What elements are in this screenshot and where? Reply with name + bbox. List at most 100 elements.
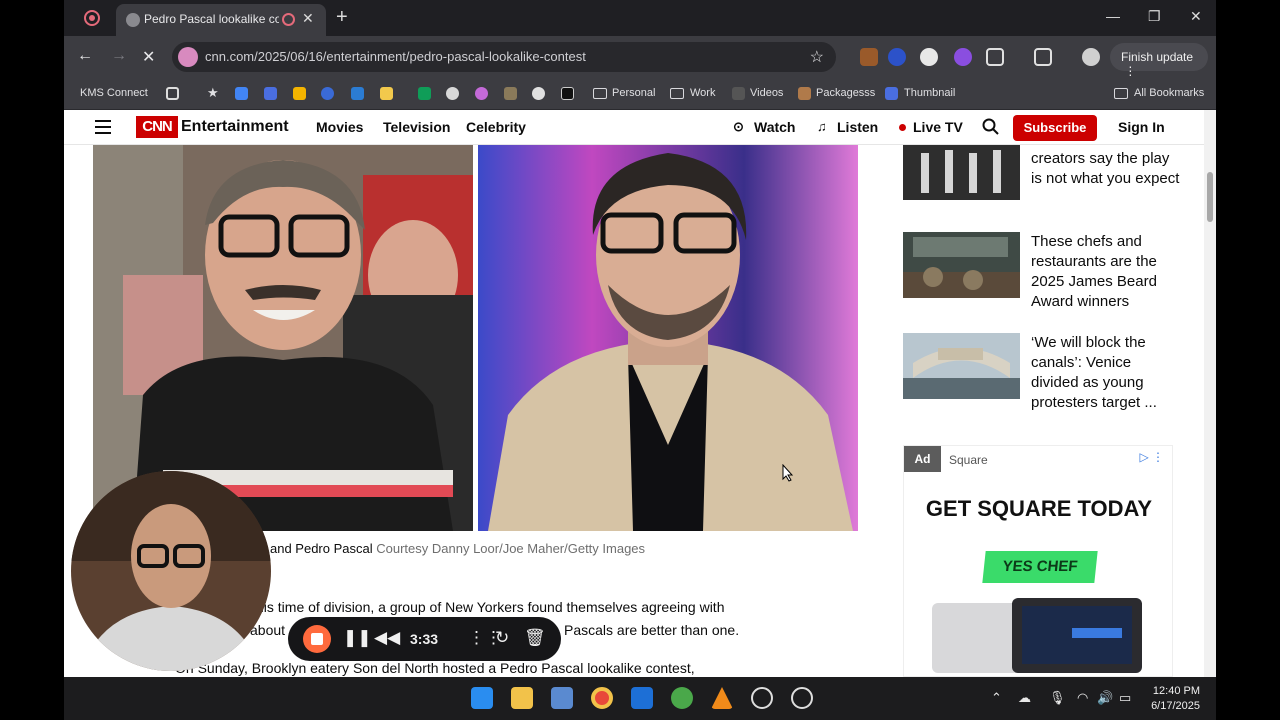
new-tab-button[interactable]: + bbox=[336, 6, 348, 29]
file-explorer-icon[interactable] bbox=[511, 687, 533, 709]
microphone-icon[interactable]: 🎙 bbox=[1049, 690, 1066, 706]
story-title[interactable]: creators say the play is not what you ex… bbox=[1031, 149, 1181, 189]
sidebar-story[interactable]: creators say the play is not what you ex… bbox=[903, 135, 1179, 215]
bookmark-packagesss[interactable]: Packagesss bbox=[816, 87, 875, 99]
bookmark-star-icon[interactable]: ☆ bbox=[810, 47, 824, 67]
clock-date[interactable]: 6/17/2025 bbox=[1144, 700, 1200, 712]
tab-favicon-icon bbox=[126, 13, 140, 27]
cnn-logo[interactable]: CNN bbox=[136, 116, 178, 138]
tab-close-icon[interactable]: ✕ bbox=[302, 10, 314, 27]
story-title[interactable]: These chefs and restaurants are the 2025… bbox=[1031, 232, 1181, 312]
listen-link[interactable]: Listen bbox=[837, 119, 878, 135]
search-icon[interactable] bbox=[982, 118, 1000, 136]
bookmark-icon[interactable] bbox=[235, 87, 248, 100]
live-tv-link[interactable]: Live TV bbox=[913, 119, 963, 135]
photos-icon[interactable] bbox=[671, 687, 693, 709]
story-thumbnail bbox=[903, 333, 1020, 399]
forward-button[interactable]: → bbox=[111, 47, 127, 65]
delete-icon[interactable]: 🗑 bbox=[524, 628, 546, 648]
restore-button[interactable]: ❐ bbox=[1148, 8, 1161, 25]
advertisement[interactable]: Ad Square ▷ ⋮ GET SQUARE TODAY YES CHEF bbox=[903, 445, 1173, 677]
profile-avatar[interactable] bbox=[1082, 48, 1100, 66]
bookmark-icon[interactable] bbox=[475, 87, 488, 100]
start-icon[interactable] bbox=[471, 687, 493, 709]
bookmark-thumbnail[interactable]: Thumbnail bbox=[904, 87, 955, 99]
close-window-button[interactable]: ✕ bbox=[1190, 8, 1202, 25]
clock-time[interactable]: 12:40 PM bbox=[1144, 685, 1200, 697]
app-icon[interactable] bbox=[791, 687, 813, 709]
volume-icon[interactable]: 🔊 bbox=[1097, 690, 1113, 706]
stop-loading-button[interactable]: ✕ bbox=[142, 47, 155, 67]
bookmark-icon[interactable] bbox=[264, 87, 277, 100]
menu-icon[interactable] bbox=[95, 120, 111, 134]
webcam-overlay[interactable] bbox=[71, 471, 271, 671]
mouse-cursor-icon bbox=[782, 464, 794, 482]
stop-recording-button[interactable] bbox=[303, 625, 331, 653]
sidebar-story[interactable]: ‘We will block the canals’: Venice divid… bbox=[903, 333, 1163, 413]
cast-icon[interactable] bbox=[1034, 48, 1052, 66]
apps-grid-icon[interactable] bbox=[166, 87, 179, 100]
story-thumbnail bbox=[903, 232, 1020, 298]
restart-icon[interactable]: ↻ bbox=[495, 628, 509, 648]
calculator-icon[interactable] bbox=[551, 687, 573, 709]
address-bar[interactable]: cnn.com/2025/06/16/entertainment/pedro-p… bbox=[172, 42, 836, 72]
vlc-icon[interactable] bbox=[711, 687, 733, 709]
extension-icon[interactable] bbox=[860, 48, 878, 66]
extension-icon[interactable] bbox=[920, 48, 938, 66]
sheets-icon[interactable] bbox=[418, 87, 431, 100]
bookmark-videos[interactable]: Videos bbox=[750, 87, 783, 99]
battery-icon[interactable]: ▭ bbox=[1119, 690, 1131, 706]
bookmark-icon[interactable] bbox=[504, 87, 517, 100]
bookmark-icon[interactable] bbox=[321, 87, 334, 100]
tab-strip: Pedro Pascal lookalike contest ✕ + — ❐ ✕ bbox=[64, 0, 1216, 36]
pause-button[interactable]: ❚❚ bbox=[343, 628, 372, 648]
subscribe-button[interactable]: Subscribe bbox=[1013, 115, 1097, 141]
bookmark-work[interactable]: Work bbox=[690, 87, 715, 99]
bookmark-icon[interactable] bbox=[561, 87, 574, 100]
folder-icon bbox=[670, 88, 684, 99]
watch-link[interactable]: Watch bbox=[754, 119, 795, 135]
star-icon[interactable]: ★ bbox=[207, 85, 219, 101]
bookmark-all[interactable]: All Bookmarks bbox=[1134, 87, 1204, 99]
chrome-icon[interactable] bbox=[591, 687, 613, 709]
bookmark-personal[interactable]: Personal bbox=[612, 87, 655, 99]
cloud-icon[interactable]: ☁ bbox=[1018, 690, 1031, 706]
scrollbar-thumb[interactable] bbox=[1207, 172, 1213, 222]
minimize-button[interactable]: — bbox=[1106, 8, 1120, 24]
nav-celebrity[interactable]: Celebrity bbox=[466, 119, 526, 135]
finish-update-button[interactable]: Finish update ⋮ bbox=[1110, 43, 1208, 78]
sidebar-story[interactable]: These chefs and restaurants are the 2025… bbox=[903, 232, 1163, 312]
chatgpt-icon[interactable] bbox=[751, 687, 773, 709]
globe-icon[interactable] bbox=[446, 87, 459, 100]
extension-icon[interactable] bbox=[954, 48, 972, 66]
chevron-up-icon[interactable]: ⌃ bbox=[991, 690, 1002, 706]
cnn-header: CNN Entertainment Movies Television Cele… bbox=[64, 110, 1204, 145]
ad-cta-button[interactable]: YES CHEF bbox=[982, 551, 1098, 583]
page-scrollbar[interactable] bbox=[1204, 110, 1216, 677]
sign-in-link[interactable]: Sign In bbox=[1118, 119, 1165, 135]
back-button[interactable]: ← bbox=[77, 47, 93, 65]
extension-icon[interactable] bbox=[888, 48, 906, 66]
bookmark-icon[interactable] bbox=[532, 87, 545, 100]
nav-television[interactable]: Television bbox=[383, 119, 450, 135]
ad-headline: GET SQUARE TODAY bbox=[925, 496, 1153, 521]
recording-tab-icon[interactable] bbox=[84, 10, 100, 26]
drive-icon[interactable] bbox=[293, 87, 306, 100]
story-title[interactable]: ‘We will block the canals’: Venice divid… bbox=[1031, 333, 1181, 413]
bookmark-icon[interactable] bbox=[380, 87, 393, 100]
bookmark-icon[interactable] bbox=[351, 87, 364, 100]
site-info-icon[interactable] bbox=[178, 47, 198, 67]
url-text: cnn.com/2025/06/16/entertainment/pedro-p… bbox=[205, 49, 586, 64]
bookmark-icon bbox=[732, 87, 745, 100]
trello-icon[interactable] bbox=[631, 687, 653, 709]
rewind-button[interactable]: ◀◀ bbox=[374, 628, 400, 648]
tab-active[interactable]: Pedro Pascal lookalike contest ✕ bbox=[116, 4, 326, 36]
caption-credit: Courtesy Danny Loor/Joe Maher/Getty Imag… bbox=[376, 541, 646, 556]
wifi-icon[interactable]: ◠ bbox=[1077, 690, 1088, 706]
bookmark-kms-connect[interactable]: KMS Connect bbox=[80, 87, 148, 99]
nav-movies[interactable]: Movies bbox=[316, 119, 363, 135]
section-title[interactable]: Entertainment bbox=[181, 118, 289, 136]
article-text: Pascals are better than one. bbox=[564, 622, 740, 638]
ad-choices-icon[interactable]: ▷ ⋮ bbox=[1139, 450, 1164, 464]
extensions-puzzle-icon[interactable] bbox=[986, 48, 1004, 66]
